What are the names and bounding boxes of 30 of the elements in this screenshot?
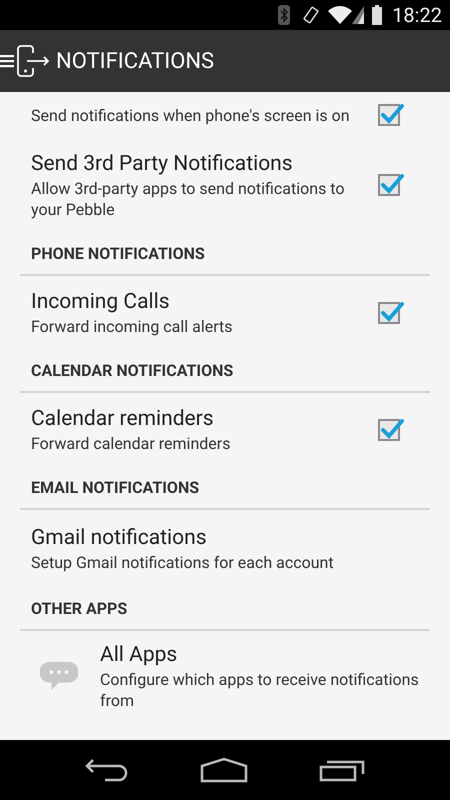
screen-title: NOTIFICATIONS <box>56 48 214 76</box>
home-icon <box>200 757 248 783</box>
item-summary: Send notifications when phone's screen is on <box>31 104 351 126</box>
chat-bubble-icon <box>40 660 78 692</box>
phone-arrow-icon <box>16 44 50 78</box>
preference-row[interactable]: Gmail notifications Setup Gmail notifications for each account <box>0 510 450 587</box>
item-summary: Configure which apps to receive notifications from <box>100 669 420 711</box>
item-title: Calendar reminders <box>31 406 215 433</box>
section-header: OTHER APPS <box>31 599 128 618</box>
item-summary: Allow 3rd-party apps to send notifications to your Pebble <box>31 178 346 220</box>
section-header: EMAIL NOTIFICATIONS <box>31 478 200 497</box>
clock: 18:22 <box>392 2 442 29</box>
menu-icon <box>0 54 14 68</box>
section-header: CALENDAR NOTIFICATIONS <box>31 361 234 380</box>
battery-icon <box>372 5 382 25</box>
item-summary: Forward calendar reminders <box>31 433 232 454</box>
item-summary: Setup Gmail notifications for each account <box>31 552 335 573</box>
item-title: All Apps <box>100 642 178 669</box>
bluetooth-icon <box>278 5 290 25</box>
item-title: Send 3rd Party Notifications <box>31 151 294 178</box>
phone-vibrate-icon <box>302 6 320 24</box>
wifi-icon <box>328 6 352 24</box>
recents-icon <box>318 758 365 782</box>
back-icon <box>85 757 130 783</box>
item-summary: Forward incoming call alerts <box>31 316 234 337</box>
item-title: Incoming Calls <box>31 289 171 316</box>
preference-row[interactable]: All Apps Configure which apps to receive notifications from <box>0 631 450 721</box>
item-title: Gmail notifications <box>31 525 208 552</box>
section-header: PHONE NOTIFICATIONS <box>31 244 205 263</box>
signal-icon <box>352 6 364 24</box>
